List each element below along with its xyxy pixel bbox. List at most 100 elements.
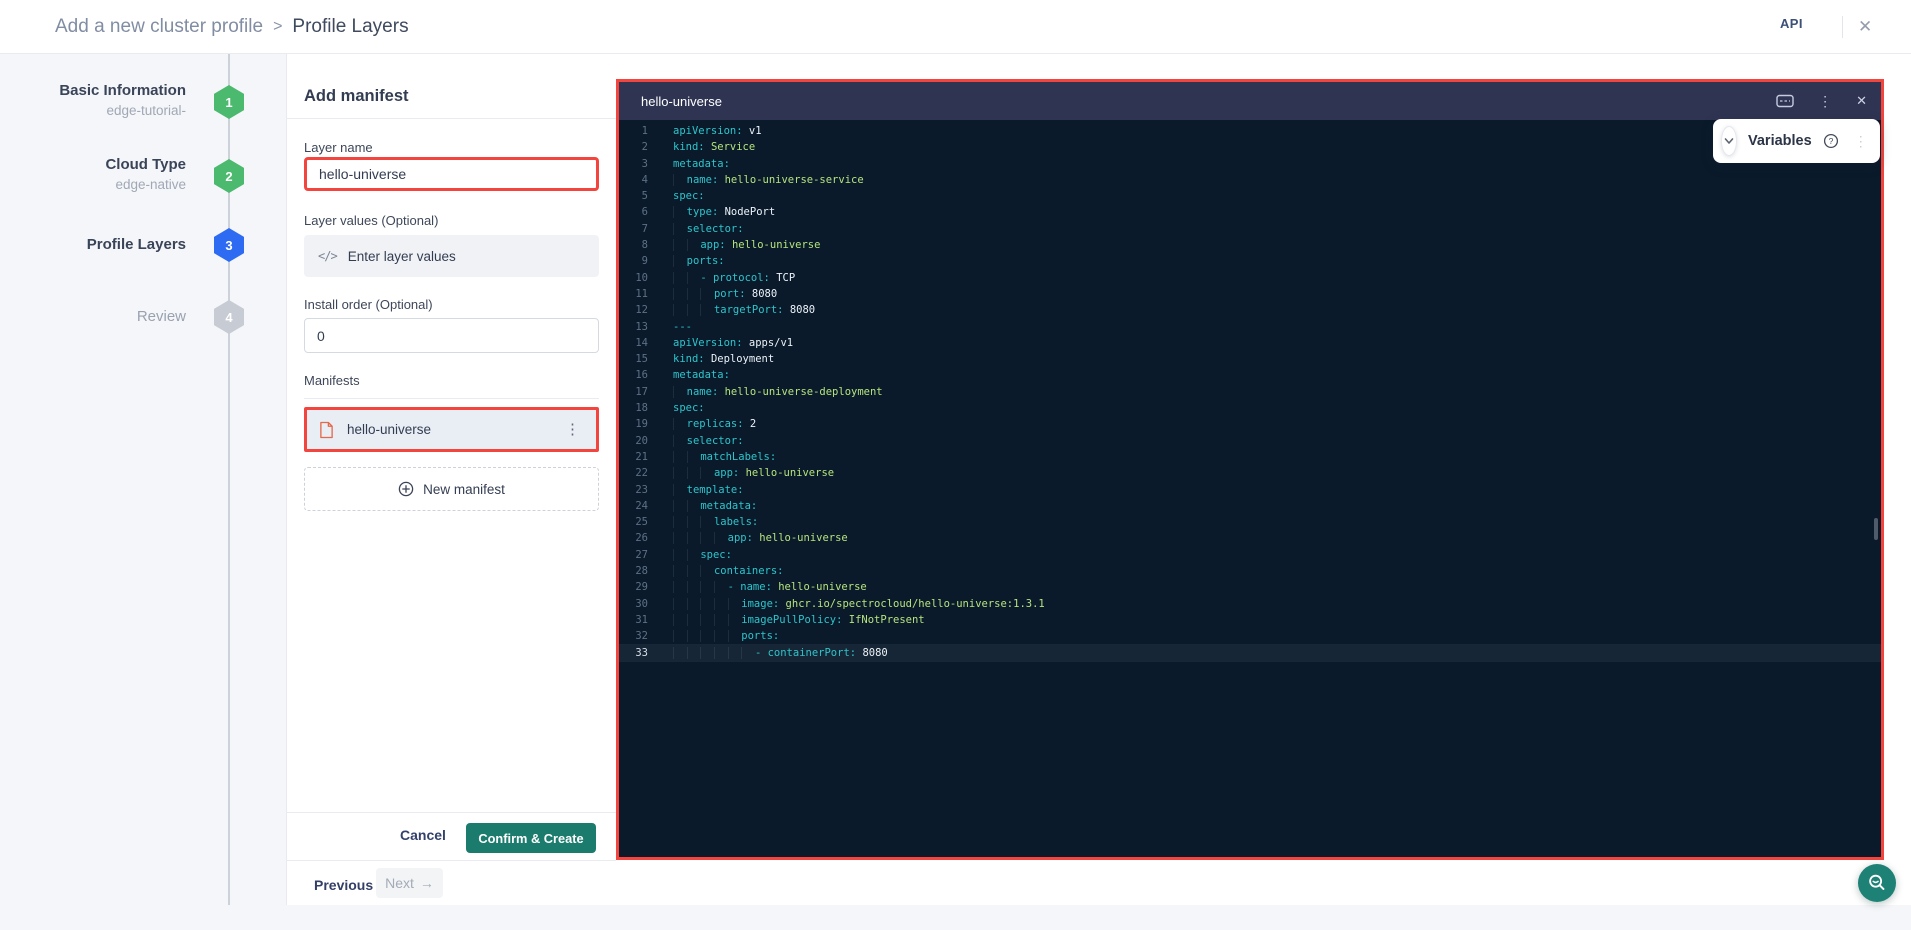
code-line-7[interactable]: 7 selector: (619, 221, 1881, 237)
code-line-22[interactable]: 22 app: hello-universe (619, 465, 1881, 481)
chevron-down-icon (1722, 134, 1736, 148)
divider (304, 398, 599, 399)
split-view-icon[interactable] (1776, 94, 1794, 108)
step-label: Basic Information (10, 81, 186, 100)
line-number: 33 (619, 645, 660, 661)
line-number: 16 (619, 367, 660, 383)
code-line-19[interactable]: 19 replicas: 2 (619, 416, 1881, 432)
code-line-2[interactable]: 2kind: Service (619, 139, 1881, 155)
new-manifest-label: New manifest (423, 482, 505, 497)
divider (286, 118, 616, 119)
line-number: 11 (619, 286, 660, 302)
code-line-10[interactable]: 10 - protocol: TCP (619, 270, 1881, 286)
svg-text:?: ? (1828, 136, 1833, 146)
enter-layer-values-button[interactable]: </> Enter layer values (304, 235, 599, 277)
code-line-14[interactable]: 14apiVersion: apps/v1 (619, 335, 1881, 351)
editor-scrollbar-thumb[interactable] (1874, 518, 1878, 540)
install-order-input[interactable] (304, 318, 599, 353)
code-line-24[interactable]: 24 metadata: (619, 498, 1881, 514)
help-search-fab[interactable] (1858, 864, 1896, 902)
code-line-28[interactable]: 28 containers: (619, 563, 1881, 579)
line-number: 6 (619, 204, 660, 220)
line-number: 32 (619, 628, 660, 644)
variables-kebab-menu-icon[interactable]: ⋮ (1850, 132, 1872, 150)
editor-header: hello-universe ⋮ ✕ (619, 82, 1881, 120)
step-label: Review (10, 307, 186, 326)
line-number: 31 (619, 612, 660, 628)
step-sublabel: edge-tutorial- (10, 102, 186, 120)
next-button[interactable]: Next → (376, 868, 443, 898)
layer-name-label: Layer name (304, 140, 373, 155)
code-line-16[interactable]: 16metadata: (619, 367, 1881, 383)
manifest-editor: hello-universe ⋮ ✕ 1apiVersion: v12kind:… (616, 79, 1884, 860)
line-number: 3 (619, 156, 660, 172)
code-line-3[interactable]: 3metadata: (619, 156, 1881, 172)
topbar-divider (1842, 16, 1843, 38)
editor-title: hello-universe (641, 94, 1776, 109)
line-number: 24 (619, 498, 660, 514)
editor-kebab-menu-icon[interactable]: ⋮ (1814, 92, 1836, 110)
divider (286, 860, 616, 861)
manifest-list-item[interactable]: hello-universe ⋮ (304, 407, 599, 452)
code-line-15[interactable]: 15kind: Deployment (619, 351, 1881, 367)
confirm-create-button[interactable]: Confirm & Create (466, 823, 596, 853)
page: Add a new cluster profile > Profile Laye… (0, 0, 1911, 930)
code-line-33[interactable]: 33 - containerPort: 8080 (619, 645, 1881, 661)
code-line-13[interactable]: 13--- (619, 319, 1881, 335)
code-editor-area[interactable]: 1apiVersion: v12kind: Service3metadata:4… (619, 120, 1881, 857)
code-line-30[interactable]: 30 image: ghcr.io/spectrocloud/hello-uni… (619, 596, 1881, 612)
code-line-6[interactable]: 6 type: NodePort (619, 204, 1881, 220)
code-line-26[interactable]: 26 app: hello-universe (619, 530, 1881, 546)
new-manifest-button[interactable]: New manifest (304, 467, 599, 511)
close-icon[interactable]: ✕ (1858, 15, 1872, 39)
step-number-badge: 2 (214, 159, 244, 193)
code-line-5[interactable]: 5spec: (619, 188, 1881, 204)
code-line-27[interactable]: 27 spec: (619, 547, 1881, 563)
line-number: 1 (619, 123, 660, 139)
step-number-badge: 3 (214, 228, 244, 262)
line-number: 20 (619, 433, 660, 449)
step-sublabel: edge-native (10, 176, 186, 194)
line-number: 21 (619, 449, 660, 465)
code-line-31[interactable]: 31 imagePullPolicy: IfNotPresent (619, 612, 1881, 628)
manifests-label: Manifests (304, 373, 360, 388)
manifest-kebab-menu-icon[interactable]: ⋮ (561, 420, 584, 439)
line-number: 9 (619, 253, 660, 269)
api-button[interactable]: API (1780, 16, 1803, 31)
line-number: 2 (619, 139, 660, 155)
code-line-23[interactable]: 23 template: (619, 482, 1881, 498)
divider (286, 812, 616, 813)
code-line-4[interactable]: 4 name: hello-universe-service (619, 172, 1881, 188)
variables-label: Variables (1748, 133, 1812, 149)
code-line-9[interactable]: 9 ports: (619, 253, 1881, 269)
code-line-12[interactable]: 12 targetPort: 8080 (619, 302, 1881, 318)
panel-title: Add manifest (304, 87, 409, 106)
code-line-11[interactable]: 11 port: 8080 (619, 286, 1881, 302)
line-number: 28 (619, 563, 660, 579)
previous-button[interactable]: Previous (314, 877, 373, 893)
code-line-8[interactable]: 8 app: hello-universe (619, 237, 1881, 253)
line-number: 13 (619, 319, 660, 335)
editor-close-icon[interactable]: ✕ (1856, 93, 1867, 109)
code-line-25[interactable]: 25 labels: (619, 514, 1881, 530)
help-circle-icon[interactable]: ? (1823, 133, 1839, 149)
code-line-17[interactable]: 17 name: hello-universe-deployment (619, 384, 1881, 400)
variables-collapse-button[interactable] (1721, 126, 1737, 156)
code-line-29[interactable]: 29 - name: hello-universe (619, 579, 1881, 595)
line-number: 7 (619, 221, 660, 237)
layer-values-label: Layer values (Optional) (304, 213, 438, 228)
code-line-32[interactable]: 32 ports: (619, 628, 1881, 644)
plus-circle-icon (398, 481, 414, 497)
code-line-20[interactable]: 20 selector: (619, 433, 1881, 449)
code-line-18[interactable]: 18spec: (619, 400, 1881, 416)
breadcrumb-root[interactable]: Add a new cluster profile (55, 16, 263, 38)
line-number: 14 (619, 335, 660, 351)
code-line-21[interactable]: 21 matchLabels: (619, 449, 1881, 465)
magnifier-smile-icon (1866, 872, 1888, 894)
layer-name-input[interactable] (304, 157, 599, 191)
step-label: Profile Layers (10, 235, 186, 254)
code-line-1[interactable]: 1apiVersion: v1 (619, 123, 1881, 139)
manifest-item-label: hello-universe (347, 422, 548, 437)
cancel-button[interactable]: Cancel (400, 827, 446, 843)
line-number: 22 (619, 465, 660, 481)
